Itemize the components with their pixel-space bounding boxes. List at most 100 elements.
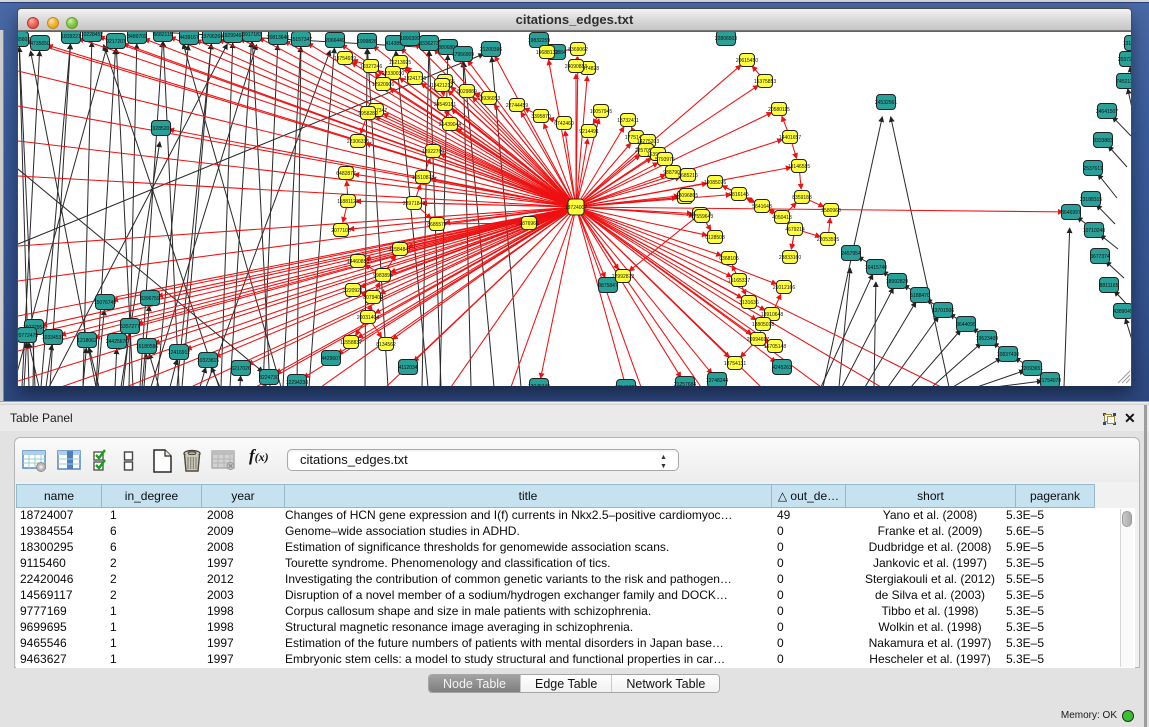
svg-text:9958289: 9958289 — [358, 111, 378, 117]
svg-text:13146585: 13146585 — [788, 164, 810, 170]
svg-text:13732411: 13732411 — [617, 118, 639, 124]
svg-text:21439044: 21439044 — [439, 122, 461, 128]
svg-text:1999828: 1999828 — [357, 39, 377, 45]
svg-text:2066449: 2066449 — [325, 38, 345, 44]
svg-text:9214491: 9214491 — [579, 129, 599, 135]
svg-text:22992872: 22992872 — [612, 274, 634, 280]
svg-text:10228452: 10228452 — [81, 32, 103, 38]
svg-text:19523409: 19523409 — [976, 336, 998, 342]
svg-text:15157347: 15157347 — [290, 37, 312, 43]
svg-text:4050413: 4050413 — [772, 215, 792, 221]
svg-text:20372723: 20372723 — [1118, 57, 1131, 63]
svg-text:22455603: 22455603 — [18, 37, 30, 43]
svg-text:18992829: 18992829 — [886, 279, 908, 285]
svg-text:5188470: 5188470 — [910, 293, 930, 299]
svg-text:18096865: 18096865 — [676, 193, 698, 199]
svg-text:8811165: 8811165 — [1100, 283, 1119, 289]
svg-text:8646997: 8646997 — [1061, 210, 1081, 216]
svg-text:19085076: 19085076 — [704, 180, 726, 186]
svg-text:22093651: 22093651 — [1021, 366, 1043, 372]
svg-text:17559643: 17559643 — [691, 214, 713, 220]
svg-text:6742460: 6742460 — [554, 121, 574, 127]
svg-text:23936053: 23936053 — [478, 96, 500, 102]
svg-text:16415740: 16415740 — [865, 265, 887, 271]
svg-text:1839221: 1839221 — [61, 34, 81, 40]
svg-text:6482877: 6482877 — [336, 171, 356, 177]
svg-text:15076749: 15076749 — [94, 300, 116, 306]
svg-text:9217207: 9217207 — [106, 39, 126, 45]
svg-text:21754078: 21754078 — [1039, 378, 1061, 384]
svg-text:16213925: 16213925 — [389, 60, 411, 66]
svg-text:22330030: 22330030 — [382, 71, 404, 77]
svg-text:20813640: 20813640 — [267, 35, 289, 41]
svg-text:13134457: 13134457 — [1123, 41, 1131, 47]
svg-text:3131636: 3131636 — [739, 300, 759, 306]
svg-text:15375853: 15375853 — [754, 79, 776, 85]
svg-text:15165337: 15165337 — [728, 278, 750, 284]
svg-text:22806503: 22806503 — [715, 36, 737, 42]
svg-text:9816145: 9816145 — [729, 192, 749, 198]
svg-text:2077105: 2077105 — [331, 228, 351, 234]
svg-text:3677374: 3677374 — [1090, 254, 1110, 260]
svg-text:13748244: 13748244 — [706, 378, 728, 384]
svg-text:3333883: 3333883 — [1093, 138, 1113, 144]
svg-text:8359183: 8359183 — [792, 195, 812, 201]
svg-text:24090883: 24090883 — [565, 64, 587, 70]
svg-text:20772475: 20772475 — [18, 333, 38, 339]
svg-text:8224730: 8224730 — [259, 375, 279, 381]
svg-text:4735650: 4735650 — [30, 41, 50, 47]
svg-text:3917183: 3917183 — [242, 32, 262, 38]
svg-text:4389045: 4389045 — [1113, 309, 1131, 315]
svg-text:16510878: 16510878 — [412, 175, 434, 181]
svg-text:8079409: 8079409 — [363, 295, 383, 301]
svg-text:15180586: 15180586 — [136, 344, 158, 350]
svg-text:22053595: 22053595 — [817, 237, 839, 243]
svg-text:10327246: 10327246 — [360, 64, 382, 70]
svg-text:8029889: 8029889 — [457, 89, 477, 95]
svg-text:3644095: 3644095 — [956, 322, 976, 328]
svg-text:19688132: 19688132 — [536, 50, 558, 56]
svg-text:8685577: 8685577 — [427, 222, 447, 228]
svg-text:23971842: 23971842 — [403, 201, 425, 207]
svg-text:11881122: 11881122 — [337, 199, 359, 205]
svg-text:9875847: 9875847 — [598, 283, 618, 289]
svg-text:5682115: 5682115 — [153, 32, 172, 38]
svg-text:10323815: 10323815 — [197, 358, 219, 364]
svg-text:20994697: 20994697 — [747, 337, 769, 343]
svg-text:2537611: 2537611 — [1083, 166, 1102, 172]
svg-text:17956909: 17956909 — [452, 52, 474, 58]
svg-text:11584847: 11584847 — [389, 247, 411, 253]
svg-text:4679214: 4679214 — [785, 227, 805, 233]
svg-text:21012166: 21012166 — [773, 285, 795, 291]
svg-text:13421212: 13421212 — [431, 83, 453, 89]
svg-text:8134562: 8134562 — [376, 342, 396, 348]
svg-text:22306335: 22306335 — [347, 139, 369, 145]
svg-text:12416912: 12416912 — [168, 350, 190, 356]
svg-text:13805018: 13805018 — [752, 322, 774, 328]
svg-text:19832259: 19832259 — [528, 38, 550, 44]
svg-text:24425670: 24425670 — [106, 339, 128, 345]
svg-text:22744459: 22744459 — [506, 103, 528, 109]
svg-text:8336273: 8336273 — [419, 41, 439, 47]
svg-text:5641643: 5641643 — [752, 204, 772, 210]
svg-text:24549181: 24549181 — [434, 102, 456, 108]
svg-text:5793975: 5793975 — [655, 157, 675, 163]
svg-text:16705148: 16705148 — [764, 344, 786, 350]
svg-text:4112034: 4112034 — [398, 365, 417, 371]
svg-text:1890399: 1890399 — [400, 36, 420, 42]
svg-text:19285201: 19285201 — [150, 126, 172, 132]
svg-text:10837430: 10837430 — [997, 352, 1019, 358]
svg-text:2580963: 2580963 — [821, 208, 841, 214]
svg-text:14460856: 14460856 — [347, 259, 369, 265]
svg-text:10710248: 10710248 — [1083, 228, 1105, 234]
svg-text:13241736: 13241736 — [404, 76, 426, 82]
svg-text:7452134: 7452134 — [1116, 79, 1131, 85]
svg-text:6217026: 6217026 — [231, 366, 251, 372]
svg-text:1218062: 1218062 — [77, 338, 97, 344]
svg-text:6368105: 6368105 — [719, 256, 739, 262]
svg-text:8489709: 8489709 — [127, 34, 147, 40]
svg-text:4429607: 4429607 — [321, 356, 341, 362]
svg-text:4245263: 4245263 — [772, 365, 792, 371]
svg-text:24641507: 24641507 — [1096, 109, 1118, 115]
svg-text:13701506: 13701506 — [932, 308, 954, 314]
